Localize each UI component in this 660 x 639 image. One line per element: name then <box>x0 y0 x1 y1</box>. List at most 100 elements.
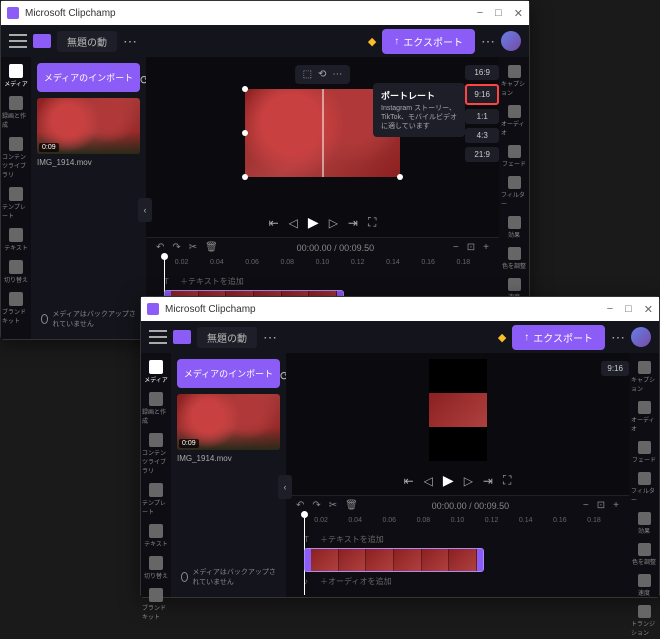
avatar[interactable] <box>631 327 651 347</box>
rr-fade[interactable]: フェード <box>631 439 657 466</box>
skip-start-icon[interactable]: ⇤ <box>269 216 279 230</box>
rr-audio[interactable]: オーディオ <box>631 399 657 435</box>
import-button[interactable]: メディアのインポート⟳ <box>177 359 280 388</box>
premium-icon[interactable]: ◆ <box>498 331 506 344</box>
text-track[interactable]: T＋テキストを追加 <box>164 272 481 290</box>
window-controls[interactable]: −□✕ <box>477 7 523 20</box>
premium-icon[interactable]: ◆ <box>368 35 376 48</box>
ar-21-9[interactable]: 21:9 <box>465 147 499 162</box>
rail-text[interactable]: テキスト <box>2 225 30 255</box>
zoom-in-icon[interactable]: + <box>483 242 489 253</box>
rail-record[interactable]: 録画と作成 <box>142 389 170 428</box>
ar-16-9[interactable]: 16:9 <box>465 65 499 80</box>
hamburger-icon[interactable] <box>149 330 167 344</box>
rail-media[interactable]: メディア <box>2 61 30 91</box>
ruler[interactable]: 0.020.040.060.080.100.120.140.160.18 <box>286 515 629 526</box>
fullscreen-icon[interactable]: ⛶ <box>503 473 511 488</box>
video-preview-portrait[interactable] <box>429 359 487 461</box>
skip-end-icon[interactable]: ⇥ <box>348 216 358 230</box>
zoom-fit-icon[interactable]: ⊡ <box>597 500 605 511</box>
settings-icon[interactable]: ⋯ <box>611 329 625 346</box>
zoom-out-icon[interactable]: − <box>583 500 589 511</box>
ar-1-1[interactable]: 1:1 <box>465 109 499 124</box>
settings-icon[interactable]: ⋯ <box>481 33 495 50</box>
delete-icon[interactable]: 🗑 <box>345 500 358 511</box>
text-track[interactable]: T＋テキストを追加 <box>304 530 611 548</box>
titlebar: Microsoft Clipchamp −□✕ <box>1 1 529 25</box>
play-icon[interactable]: ▶ <box>308 214 319 231</box>
rr-speed[interactable]: 速度 <box>631 572 657 599</box>
ar-current[interactable]: 9:16 <box>601 361 629 376</box>
video-track[interactable] <box>304 551 611 569</box>
rail-library[interactable]: コンテンツライブラリ <box>142 430 170 478</box>
rr-audio[interactable]: オーディオ <box>501 103 527 139</box>
rr-effect[interactable]: 効果 <box>501 214 527 241</box>
zoom-fit-icon[interactable]: ⊡ <box>467 242 475 253</box>
media-thumbnail[interactable]: 0:09 <box>177 394 280 450</box>
split-icon[interactable]: ✂ <box>189 242 197 253</box>
rr-fade[interactable]: フェード <box>501 143 527 170</box>
skip-start-icon[interactable]: ⇤ <box>404 474 414 488</box>
ar-9-16[interactable]: 9:16 <box>465 84 499 105</box>
media-thumbnail[interactable]: 0:09 <box>37 98 140 154</box>
backup-status[interactable]: メディアはバックアップされていません <box>177 563 280 591</box>
audio-track[interactable]: ♪＋オーディオを追加 <box>304 572 611 590</box>
zoom-out-icon[interactable]: − <box>453 242 459 253</box>
backup-status[interactable]: メディアはバックアップされていません <box>37 305 140 333</box>
next-frame-icon[interactable]: ▷ <box>329 216 338 230</box>
rr-effect[interactable]: 効果 <box>631 510 657 537</box>
project-name[interactable]: 無題の動 <box>197 327 257 348</box>
avatar[interactable] <box>501 31 521 51</box>
more-icon[interactable]: ⋯ <box>263 329 277 346</box>
next-frame-icon[interactable]: ▷ <box>464 474 473 488</box>
project-name[interactable]: 無題の動 <box>57 31 117 52</box>
rail-template[interactable]: テンプレート <box>2 184 30 223</box>
delete-icon[interactable]: 🗑 <box>205 242 218 253</box>
collapse-chevron[interactable]: ‹ <box>278 475 292 499</box>
export-button[interactable]: ↑エクスポート <box>382 29 475 54</box>
ar-4-3[interactable]: 4:3 <box>465 128 499 143</box>
rail-library[interactable]: コンテンツライブラリ <box>2 134 30 182</box>
redo-icon[interactable]: ↷ <box>312 500 320 511</box>
rr-caption[interactable]: キャプション <box>631 359 657 395</box>
redo-icon[interactable]: ↷ <box>172 242 180 253</box>
rr-color[interactable]: 色を調整 <box>501 245 527 272</box>
rr-transition[interactable]: トランジション <box>631 603 657 639</box>
rail-text[interactable]: テキスト <box>142 521 170 551</box>
rr-filter[interactable]: フィルター <box>631 470 657 506</box>
rail-brand[interactable]: ブランドキット <box>2 289 30 328</box>
import-button[interactable]: メディアのインポート⟳ <box>37 63 140 92</box>
rr-caption[interactable]: キャプション <box>501 63 527 99</box>
rail-media[interactable]: メディア <box>142 357 170 387</box>
rr-filter[interactable]: フィルター <box>501 174 527 210</box>
fullscreen-icon[interactable]: ⛶ <box>368 215 376 230</box>
hamburger-icon[interactable] <box>9 34 27 48</box>
undo-icon[interactable]: ↶ <box>156 242 164 253</box>
video-clip[interactable] <box>304 548 484 572</box>
prev-frame-icon[interactable]: ◁ <box>289 216 298 230</box>
zoom-in-icon[interactable]: + <box>613 500 619 511</box>
rail-transition[interactable]: 切り替え <box>142 553 170 583</box>
skip-end-icon[interactable]: ⇥ <box>483 474 493 488</box>
rail-transition[interactable]: 切り替え <box>2 257 30 287</box>
more-crop-icon[interactable]: ⋯ <box>332 69 342 80</box>
window-controls[interactable]: −□✕ <box>607 303 653 316</box>
ruler[interactable]: 0.020.040.060.080.100.120.140.160.18 <box>146 257 499 268</box>
more-icon[interactable]: ⋯ <box>123 33 137 50</box>
duration-badge: 0:09 <box>179 439 199 448</box>
undo-icon[interactable]: ↶ <box>296 500 304 511</box>
folder-icon[interactable] <box>33 34 51 48</box>
app-icon <box>147 303 159 315</box>
play-icon[interactable]: ▶ <box>443 472 454 489</box>
app-title: Microsoft Clipchamp <box>165 304 256 315</box>
crop-icon[interactable]: ⬚ <box>303 69 312 80</box>
rail-brand[interactable]: ブランドキット <box>142 585 170 624</box>
rotate-icon[interactable]: ⟲ <box>318 69 326 80</box>
rr-color[interactable]: 色を調整 <box>631 541 657 568</box>
rail-template[interactable]: テンプレート <box>142 480 170 519</box>
split-icon[interactable]: ✂ <box>329 500 337 511</box>
prev-frame-icon[interactable]: ◁ <box>424 474 433 488</box>
folder-icon[interactable] <box>173 330 191 344</box>
rail-record[interactable]: 録画と作成 <box>2 93 30 132</box>
export-button[interactable]: ↑エクスポート <box>512 325 605 350</box>
